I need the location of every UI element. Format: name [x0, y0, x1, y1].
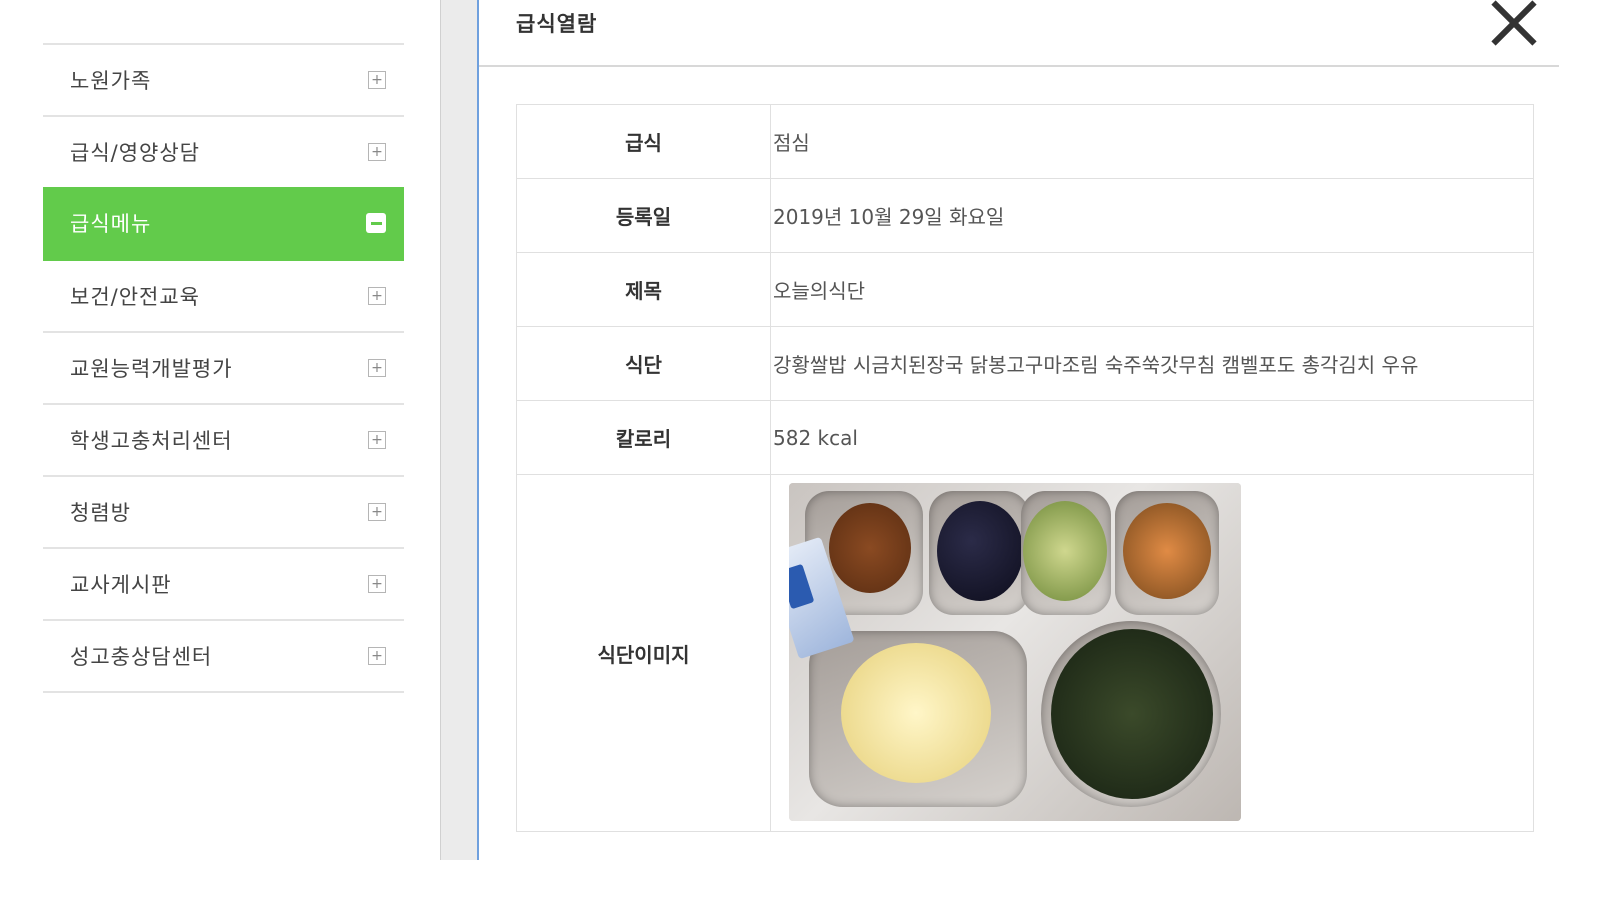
modal-overlay-strip	[440, 0, 478, 860]
sidebar-item-health-safety[interactable]: 보건/안전교육 +	[43, 261, 404, 333]
table-row: 식단이미지	[516, 474, 1534, 832]
expand-plus-icon[interactable]: +	[368, 503, 386, 521]
expand-plus-icon[interactable]: +	[368, 647, 386, 665]
sidebar-item-teacher-board[interactable]: 교사게시판 +	[43, 549, 404, 621]
sidebar-nav: 노원가족 + 급식/영양상담 + 급식메뉴 보건/안전교육 + 교원능력개발평가…	[43, 43, 404, 693]
expand-plus-icon[interactable]: +	[368, 431, 386, 449]
expand-plus-icon[interactable]: +	[368, 359, 386, 377]
expand-plus-icon[interactable]: +	[368, 575, 386, 593]
meal-value: 점심	[770, 104, 1534, 179]
table-row: 등록일 2019년 10월 29일 화요일	[516, 178, 1534, 253]
sidebar-item-student-grievance[interactable]: 학생고충처리센터 +	[43, 405, 404, 477]
sidebar-item-label: 보건/안전교육	[70, 285, 200, 309]
date-label: 등록일	[516, 178, 771, 253]
sidebar-item-meal-menu[interactable]: 급식메뉴	[43, 187, 404, 261]
sidebar-item-label: 급식메뉴	[70, 212, 152, 236]
sidebar-item-label: 청렴방	[70, 501, 131, 525]
expand-plus-icon[interactable]: +	[368, 71, 386, 89]
sidebar-item-label: 성고충상담센터	[70, 645, 213, 669]
sidebar-item-meal-nutrition-counsel[interactable]: 급식/영양상담 +	[43, 117, 404, 189]
sidebar-item-label: 학생고충처리센터	[70, 429, 233, 453]
collapse-minus-icon[interactable]	[366, 213, 386, 233]
meal-label: 급식	[516, 104, 771, 179]
expand-plus-icon[interactable]: +	[368, 287, 386, 305]
table-row: 식단 강황쌀밥 시금치된장국 닭봉고구마조림 숙주쑥갓무침 캠벨포도 총각김치 …	[516, 326, 1534, 401]
sidebar-item-teacher-evaluation[interactable]: 교원능력개발평가 +	[43, 333, 404, 405]
sidebar-item-label: 노원가족	[70, 69, 152, 93]
meal-tray-image	[789, 483, 1241, 821]
subject-label: 제목	[516, 252, 771, 327]
sidebar-item-label: 교사게시판	[70, 573, 172, 597]
table-row: 칼로리 582 kcal	[516, 400, 1534, 475]
meal-view-modal: 급식열람 급식 점심 등록일 2019년 10월 29일 화요일 제목 오늘의식…	[479, 0, 1559, 900]
calories-label: 칼로리	[516, 400, 771, 475]
menu-value: 강황쌀밥 시금치된장국 닭봉고구마조림 숙주쑥갓무침 캠벨포도 총각김치 우유	[770, 326, 1534, 401]
close-icon[interactable]	[1489, 0, 1539, 50]
meal-image-cell	[770, 474, 1534, 832]
sidebar-item-nowon-family[interactable]: 노원가족 +	[43, 45, 404, 117]
calories-value: 582 kcal	[770, 400, 1534, 475]
meal-info-table: 급식 점심 등록일 2019년 10월 29일 화요일 제목 오늘의식단 식단 …	[516, 104, 1534, 832]
table-row: 급식 점심	[516, 104, 1534, 179]
sidebar-item-label: 급식/영양상담	[70, 141, 200, 165]
table-row: 제목 오늘의식단	[516, 252, 1534, 327]
menu-label: 식단	[516, 326, 771, 401]
modal-title: 급식열람	[516, 12, 598, 36]
sidebar-item-integrity[interactable]: 청렴방 +	[43, 477, 404, 549]
expand-plus-icon[interactable]: +	[368, 143, 386, 161]
meal-image-label: 식단이미지	[516, 474, 771, 832]
sidebar-item-sexual-grievance[interactable]: 성고충상담센터 +	[43, 621, 404, 693]
subject-value: 오늘의식단	[770, 252, 1534, 327]
date-value: 2019년 10월 29일 화요일	[770, 178, 1534, 253]
modal-header: 급식열람	[479, 0, 1559, 67]
sidebar-item-label: 교원능력개발평가	[70, 357, 233, 381]
